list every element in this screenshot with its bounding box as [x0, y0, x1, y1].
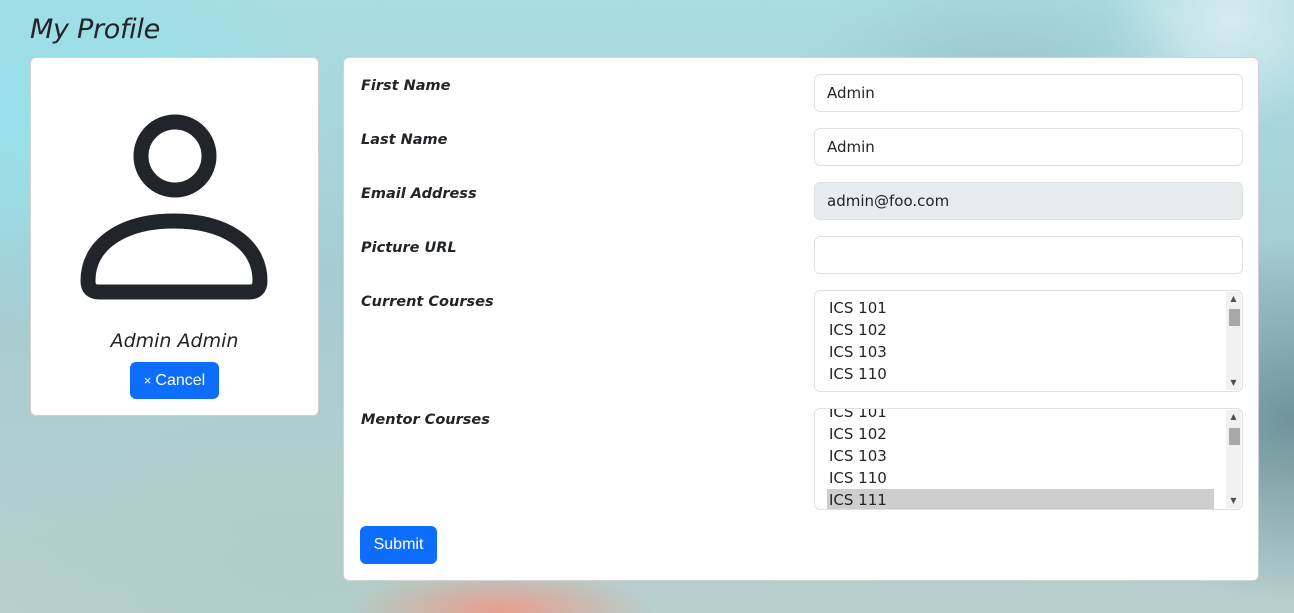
mentor-courses-label: Mentor Courses [361, 412, 490, 428]
email-label: Email Address [361, 186, 477, 202]
picture-url-input[interactable] [814, 236, 1243, 274]
submit-button[interactable]: Submit [360, 526, 437, 564]
page-title: My Profile [30, 14, 160, 45]
scroll-thumb[interactable] [1229, 309, 1240, 326]
close-icon: × [143, 373, 152, 388]
current-courses-select[interactable]: ICS 101 ICS 102 ICS 103 ICS 110 ▲ ▼ [814, 290, 1243, 392]
mentor-course-option[interactable]: ICS 110 [827, 467, 1214, 489]
mentor-course-option-selected[interactable]: ICS 111 [827, 489, 1214, 509]
scroll-down-icon[interactable]: ▼ [1226, 376, 1241, 390]
mentor-course-option[interactable]: ICS 103 [827, 445, 1214, 467]
current-course-option[interactable]: ICS 110 [827, 363, 1214, 385]
current-course-option[interactable]: ICS 102 [827, 319, 1214, 341]
mentor-courses-select[interactable]: ICS 101 ICS 102 ICS 103 ICS 110 ICS 111 … [814, 408, 1243, 510]
mentor-course-option[interactable]: ICS 102 [827, 423, 1214, 445]
profile-form: First Name Last Name Email Address Pictu… [343, 57, 1259, 581]
current-courses-scrollbar[interactable]: ▲ ▼ [1226, 292, 1241, 390]
first-name-input[interactable] [814, 74, 1243, 112]
person-icon [80, 114, 268, 300]
cancel-label: Cancel [155, 372, 206, 389]
profile-card: Admin Admin × Cancel [30, 57, 319, 416]
first-name-label: First Name [361, 78, 451, 94]
mentor-courses-scrollbar[interactable]: ▲ ▼ [1226, 410, 1241, 508]
current-course-option[interactable]: ICS 103 [827, 341, 1214, 363]
mentor-course-option[interactable]: ICS 101 [827, 409, 1214, 423]
last-name-input[interactable] [814, 128, 1243, 166]
email-input [814, 182, 1243, 220]
current-course-option[interactable]: ICS 101 [827, 297, 1214, 319]
picture-url-label: Picture URL [361, 240, 457, 256]
scroll-up-icon[interactable]: ▲ [1226, 410, 1241, 424]
cancel-button[interactable]: × Cancel [130, 362, 219, 399]
scroll-thumb[interactable] [1229, 428, 1240, 445]
scroll-up-icon[interactable]: ▲ [1226, 292, 1241, 306]
current-courses-label: Current Courses [361, 294, 494, 310]
profile-name: Admin Admin [110, 330, 239, 352]
scroll-down-icon[interactable]: ▼ [1226, 494, 1241, 508]
last-name-label: Last Name [361, 132, 448, 148]
